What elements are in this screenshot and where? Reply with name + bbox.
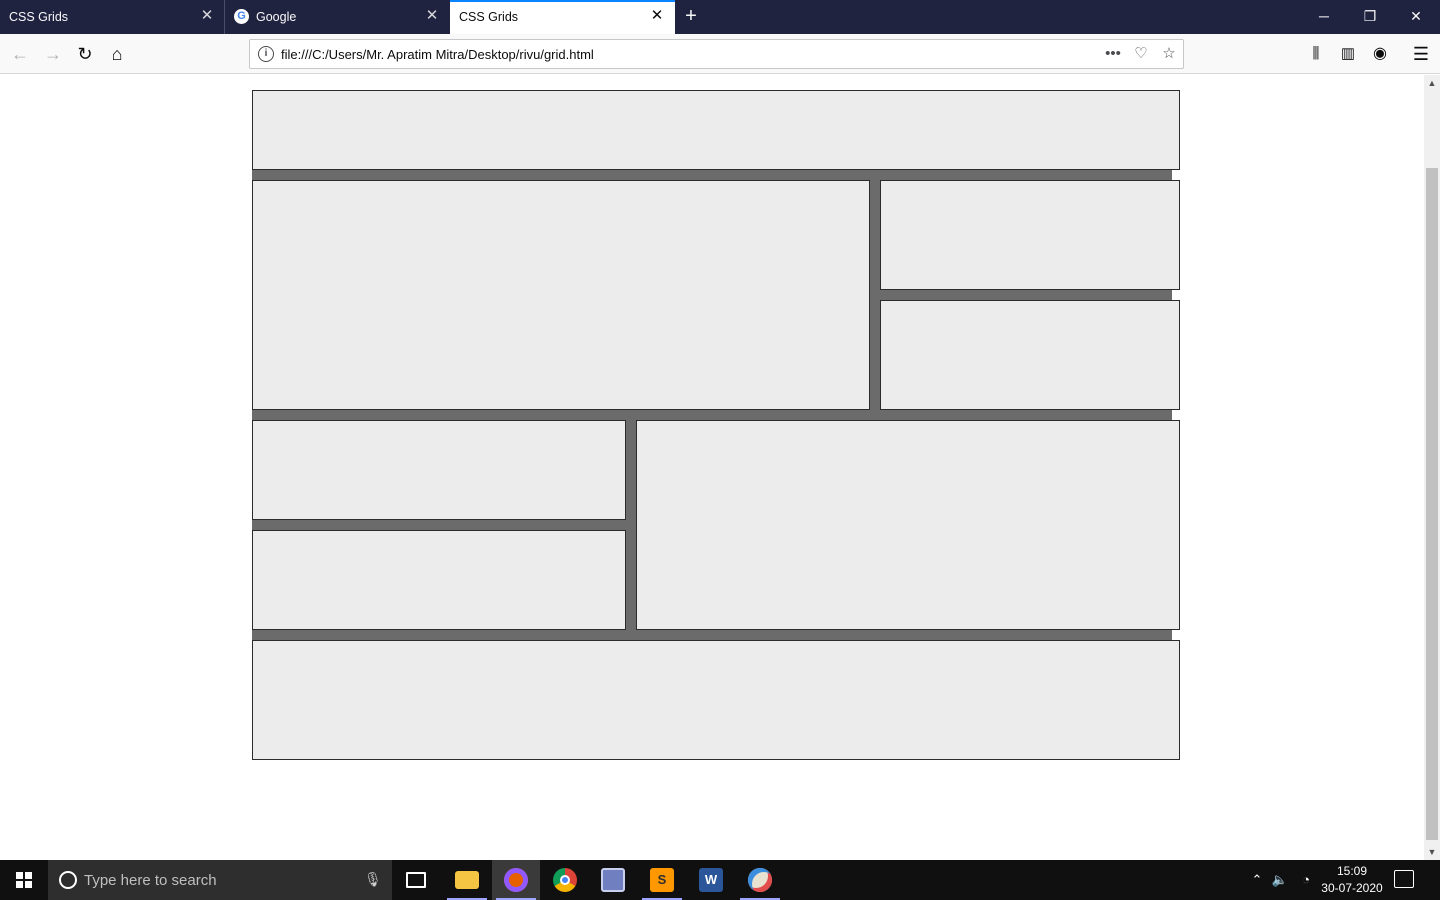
tab-title: CSS Grids <box>9 10 69 24</box>
google-favicon-icon: G <box>234 9 249 24</box>
pocket-icon[interactable]: ♡ <box>1131 44 1151 64</box>
grid-cell-left-2 <box>252 530 626 630</box>
page-actions-ellipsis-icon[interactable]: ••• <box>1103 44 1123 64</box>
grid-cell-right <box>636 420 1180 630</box>
library-icon[interactable]: ⫼ <box>1304 42 1328 66</box>
grid-cell-main <box>252 180 870 410</box>
photo-viewer-icon <box>601 868 625 892</box>
bookmark-star-icon[interactable]: ☆ <box>1159 44 1179 64</box>
css-grid-container <box>252 90 1180 760</box>
grid-cell-footer <box>252 640 1180 760</box>
action-center-notification-icon[interactable] <box>1394 870 1414 888</box>
back-arrow-icon[interactable]: ← <box>8 42 32 66</box>
task-view-icon <box>406 872 426 888</box>
start-button[interactable] <box>0 860 48 900</box>
grid-cell-side-1 <box>880 180 1180 290</box>
site-info-icon[interactable]: i <box>258 46 274 62</box>
taskbar-photo-viewer[interactable] <box>589 860 637 900</box>
account-icon[interactable]: ◉ <box>1368 42 1392 66</box>
taskbar-paint[interactable] <box>736 860 784 900</box>
tab-strip: CSS Grids ✕ G Google ✕ CSS Grids ✕ + ─ ❐… <box>0 0 1440 34</box>
tab-close-icon[interactable]: ✕ <box>199 8 215 24</box>
vertical-scrollbar[interactable]: ▲ ▼ <box>1424 75 1440 860</box>
navigation-toolbar: ← → ↻ ⌂ i file:///C:/Users/Mr. Apratim M… <box>0 34 1440 74</box>
taskbar-clock[interactable]: 15:09 30-07-2020 <box>1316 863 1388 897</box>
tab-css-grids-1[interactable]: CSS Grids ✕ <box>0 0 224 34</box>
windows-taskbar: Type here to search 🎙 S W ⌃ 🔈 ◔ 15:09 30… <box>0 860 1440 900</box>
tab-close-icon[interactable]: ✕ <box>424 8 440 24</box>
sidebar-icon[interactable]: ▥ <box>1336 42 1360 66</box>
clock-date: 30-07-2020 <box>1321 881 1383 895</box>
cortana-icon <box>59 871 77 889</box>
scroll-up-arrow-icon[interactable]: ▲ <box>1424 75 1440 91</box>
task-view-button[interactable] <box>392 860 440 900</box>
tab-title: Google <box>256 10 297 24</box>
menu-hamburger-icon[interactable]: ☰ <box>1409 42 1433 66</box>
forward-arrow-icon[interactable]: → <box>41 42 65 66</box>
windows-logo-icon <box>16 872 32 888</box>
tab-close-icon[interactable]: ✕ <box>649 8 665 24</box>
tab-google[interactable]: G Google ✕ <box>225 0 450 34</box>
minimize-icon[interactable]: ─ <box>1314 6 1334 26</box>
restore-icon[interactable]: ❐ <box>1360 6 1380 26</box>
network-wifi-icon[interactable]: ◔ <box>1296 860 1316 900</box>
show-hidden-icons-chevron-icon[interactable]: ⌃ <box>1248 860 1266 900</box>
url-text[interactable]: file:///C:/Users/Mr. Apratim Mitra/Deskt… <box>281 47 594 62</box>
grid-cell-side-2 <box>880 300 1180 410</box>
grid-cell-header <box>252 90 1180 170</box>
sublime-text-icon: S <box>650 868 674 892</box>
chrome-icon <box>553 868 577 892</box>
firefox-icon <box>504 868 528 892</box>
search-placeholder: Type here to search <box>84 872 217 889</box>
paint-palette-icon <box>748 868 772 892</box>
page-viewport <box>0 75 1424 860</box>
scrollbar-thumb[interactable] <box>1426 168 1438 840</box>
taskbar-sublime-text[interactable]: S <box>638 860 686 900</box>
clock-time: 15:09 <box>1336 864 1368 878</box>
taskbar-word[interactable]: W <box>687 860 735 900</box>
volume-icon[interactable]: 🔈 <box>1270 860 1290 900</box>
close-window-icon[interactable]: ✕ <box>1406 6 1426 26</box>
address-bar[interactable]: i file:///C:/Users/Mr. Apratim Mitra/Des… <box>249 39 1184 69</box>
grid-cell-left-1 <box>252 420 626 520</box>
taskbar-search-box[interactable]: Type here to search 🎙 <box>48 860 392 900</box>
folder-icon <box>455 871 479 889</box>
new-tab-plus-icon[interactable]: + <box>681 6 701 26</box>
word-icon: W <box>699 868 723 892</box>
taskbar-chrome[interactable] <box>541 860 589 900</box>
microphone-icon[interactable]: 🎙 <box>364 871 382 888</box>
home-icon[interactable]: ⌂ <box>105 42 129 66</box>
tab-css-grids-active[interactable]: CSS Grids ✕ <box>450 0 675 34</box>
taskbar-firefox[interactable] <box>492 860 540 900</box>
taskbar-file-explorer[interactable] <box>443 860 491 900</box>
tab-title: CSS Grids <box>459 10 519 24</box>
reload-icon[interactable]: ↻ <box>73 42 97 66</box>
scroll-down-arrow-icon[interactable]: ▼ <box>1424 844 1440 860</box>
